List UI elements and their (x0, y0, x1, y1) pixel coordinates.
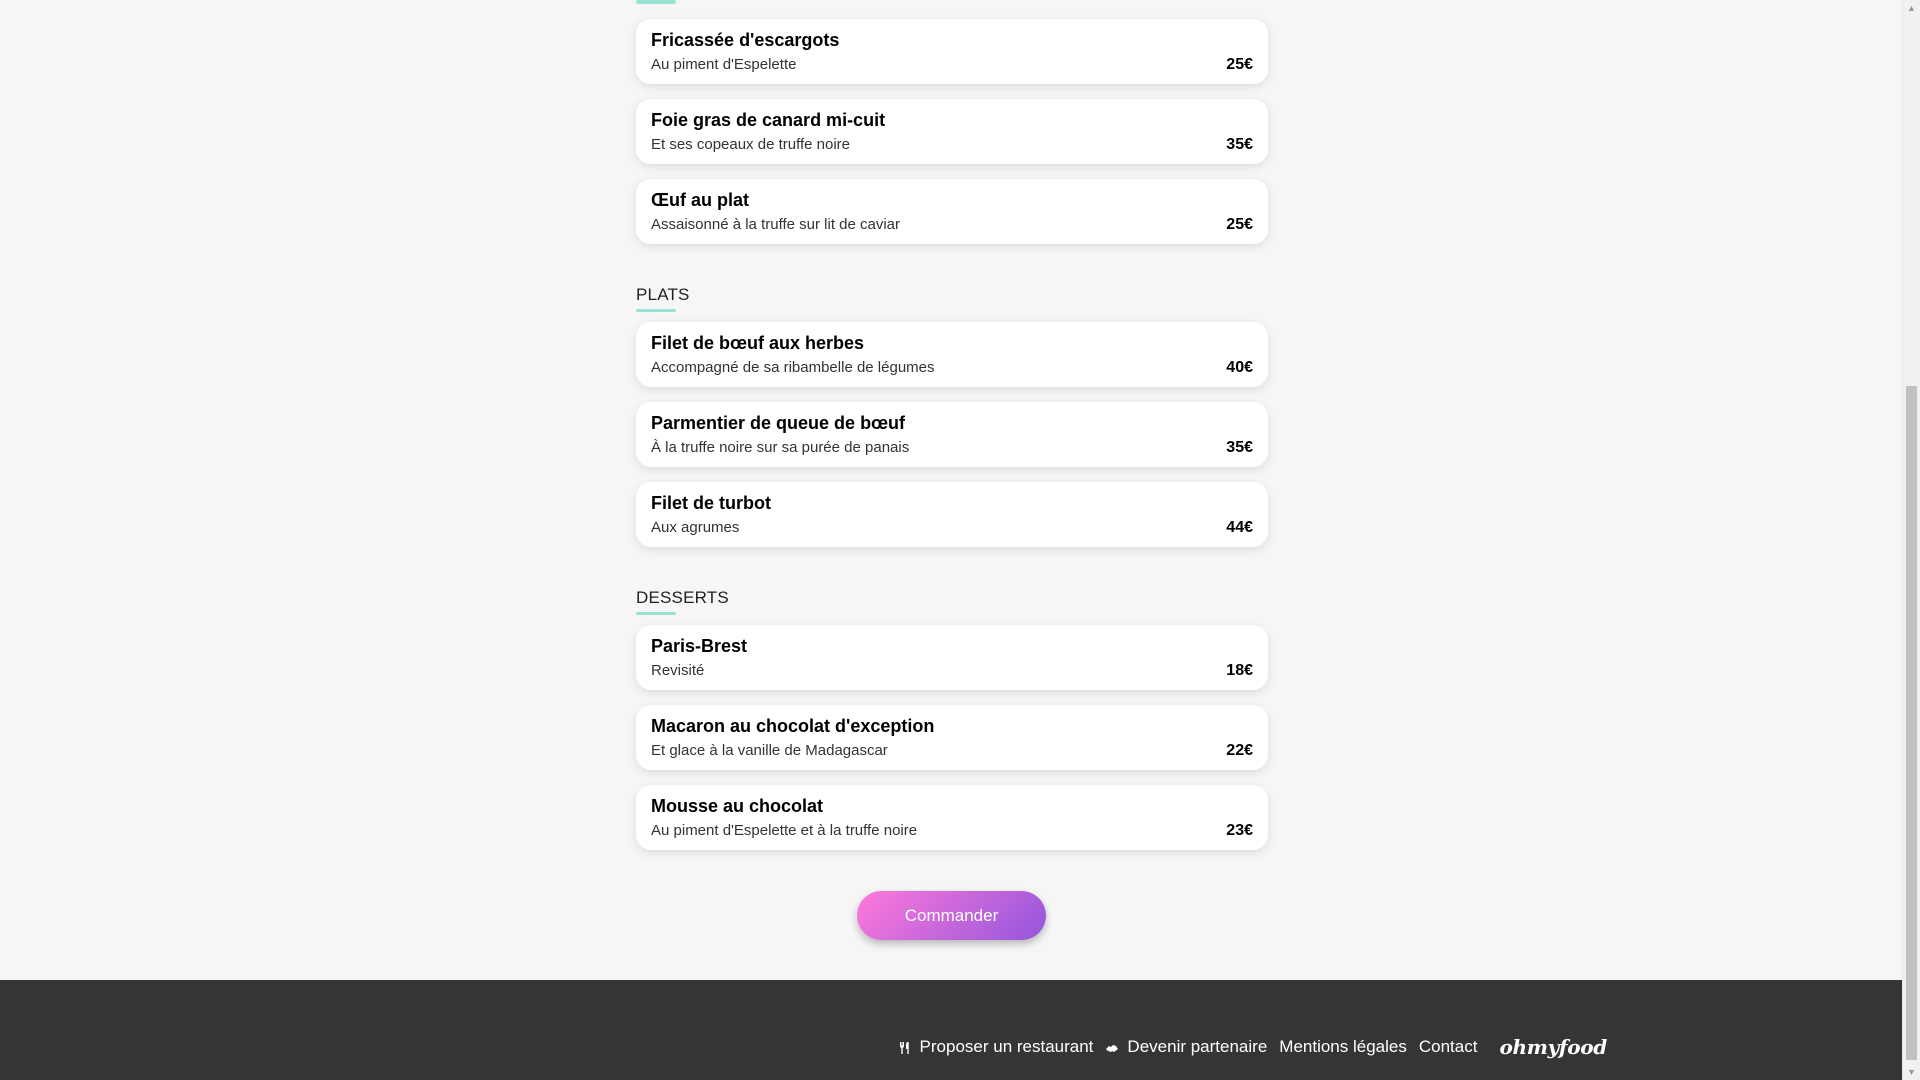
footer-link-label: Devenir partenaire (1127, 1037, 1268, 1056)
dish-description: Aux agrumes (651, 519, 740, 536)
dish-price: 25€ (1226, 56, 1253, 73)
section-title-text: PLATS (636, 285, 690, 304)
dish-card[interactable]: Macaron au chocolat d'exception Et glace… (636, 705, 1268, 770)
dish-card[interactable]: Fricassée d'escargots Au piment d'Espele… (636, 19, 1268, 84)
brand-logo[interactable]: ohmyfood (1499, 1035, 1607, 1059)
dish-name: Foie gras de canard mi-cuit (651, 110, 886, 130)
dish-description: Accompagné de sa ribambelle de légumes (651, 359, 935, 376)
handshake-icon (1105, 1040, 1119, 1054)
scroll-up-arrow-icon[interactable]: ▲ (1903, 0, 1920, 16)
section-underline (636, 309, 676, 312)
dish-card[interactable]: Paris-Brest Revisité 18€ (636, 625, 1268, 690)
dish-card[interactable]: Foie gras de canard mi-cuit Et ses copea… (636, 99, 1268, 164)
footer-nav: Proposer un restaurant Devenir partenair… (886, 1035, 1607, 1059)
dish-price: 22€ (1226, 742, 1253, 759)
utensils-icon (898, 1040, 912, 1054)
dish-description: Et ses copeaux de truffe noire (651, 136, 851, 153)
dish-name: Filet de turbot (651, 493, 771, 513)
section-title-text: DESSERTS (636, 588, 729, 607)
dish-price: 35€ (1226, 136, 1253, 153)
scrollbar-thumb[interactable] (1906, 386, 1917, 1060)
vertical-scrollbar[interactable]: ▲ ▼ (1902, 0, 1920, 1080)
scroll-down-arrow-icon[interactable]: ▼ (1903, 1064, 1920, 1080)
dish-card[interactable]: Filet de turbot Aux agrumes 44€ (636, 482, 1268, 547)
dish-description: Et glace à la vanille de Madagascar (651, 742, 888, 759)
dish-description: Assaisonné à la truffe sur lit de caviar (651, 216, 901, 233)
footer-link-contact[interactable]: Contact (1419, 1037, 1478, 1057)
dish-description: Au piment d'Espelette et à la truffe noi… (651, 822, 918, 839)
dish-price: 35€ (1226, 439, 1253, 456)
dish-price: 25€ (1226, 216, 1253, 233)
dish-description: À la truffe noire sur sa purée de panais (651, 439, 910, 456)
dish-name: Filet de bœuf aux herbes (651, 333, 865, 353)
dish-name: Paris-Brest (651, 636, 748, 656)
dish-card[interactable]: Parmentier de queue de bœuf À la truffe … (636, 402, 1268, 467)
dish-price: 40€ (1226, 359, 1253, 376)
footer-link-label: Proposer un restaurant (919, 1037, 1094, 1056)
dish-price: 44€ (1226, 519, 1253, 536)
dish-price: 23€ (1226, 822, 1253, 839)
dish-name: Parmentier de queue de bœuf (651, 413, 906, 433)
dish-price: 18€ (1226, 662, 1253, 679)
section-underline (636, 612, 676, 615)
dish-name: Mousse au chocolat (651, 796, 824, 816)
dish-name: Œuf au plat (651, 190, 749, 210)
footer-link-become-partner[interactable]: Devenir partenaire (1105, 1037, 1267, 1057)
footer: Proposer un restaurant Devenir partenair… (0, 980, 1902, 1080)
footer-link-propose-restaurant[interactable]: Proposer un restaurant (898, 1037, 1094, 1057)
order-button[interactable]: Commander (857, 891, 1046, 940)
dish-name: Macaron au chocolat d'exception (651, 716, 935, 736)
dish-card[interactable]: Filet de bœuf aux herbes Accompagné de s… (636, 322, 1268, 387)
section-underline (636, 0, 676, 4)
section-title-desserts: DESSERTS (636, 588, 729, 615)
dish-description: Au piment d'Espelette (651, 56, 797, 73)
dish-card[interactable]: Mousse au chocolat Au piment d'Espelette… (636, 785, 1268, 850)
dish-name: Fricassée d'escargots (651, 30, 840, 50)
dish-card[interactable]: Œuf au plat Assaisonné à la truffe sur l… (636, 179, 1268, 244)
section-title-plats: PLATS (636, 285, 690, 312)
footer-link-legal-notice[interactable]: Mentions légales (1279, 1037, 1407, 1057)
dish-description: Revisité (651, 662, 705, 679)
